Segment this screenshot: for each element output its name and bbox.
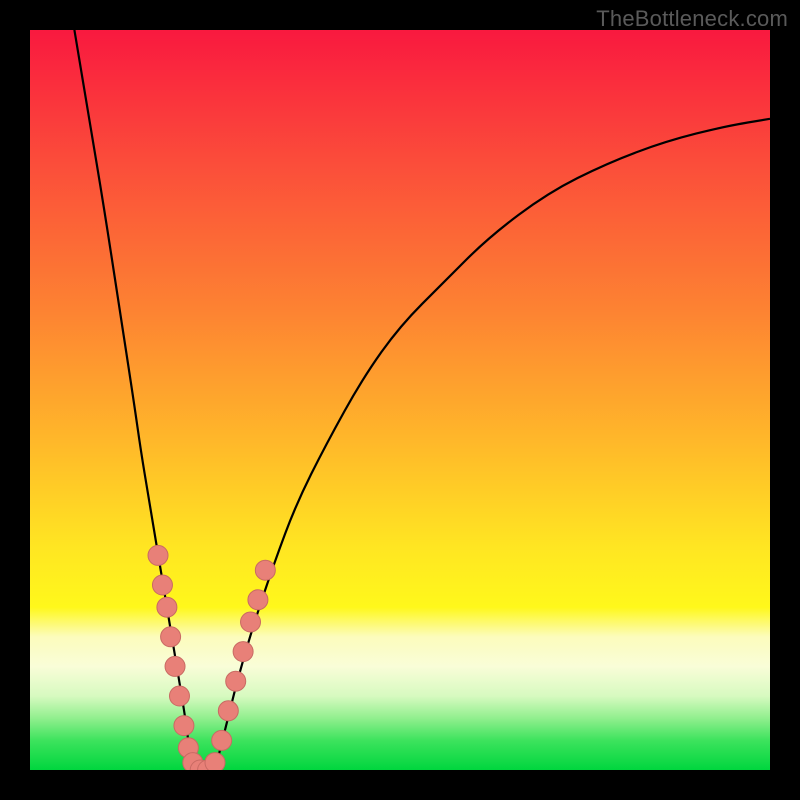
highlight-markers xyxy=(148,545,275,770)
highlight-marker xyxy=(157,597,177,617)
highlight-marker xyxy=(241,612,261,632)
highlight-marker xyxy=(169,686,189,706)
watermark-text: TheBottleneck.com xyxy=(596,6,788,32)
highlight-marker xyxy=(161,627,181,647)
highlight-marker xyxy=(212,730,232,750)
highlight-marker xyxy=(233,642,253,662)
chart-svg xyxy=(30,30,770,770)
highlight-marker xyxy=(248,590,268,610)
highlight-marker xyxy=(148,545,168,565)
highlight-marker xyxy=(218,701,238,721)
highlight-marker xyxy=(226,671,246,691)
highlight-marker xyxy=(255,560,275,580)
highlight-marker xyxy=(205,753,225,770)
curve-right-branch xyxy=(215,119,770,770)
plot-area xyxy=(30,30,770,770)
highlight-marker xyxy=(152,575,172,595)
highlight-marker xyxy=(165,656,185,676)
highlight-marker xyxy=(174,716,194,736)
chart-frame: TheBottleneck.com xyxy=(0,0,800,800)
